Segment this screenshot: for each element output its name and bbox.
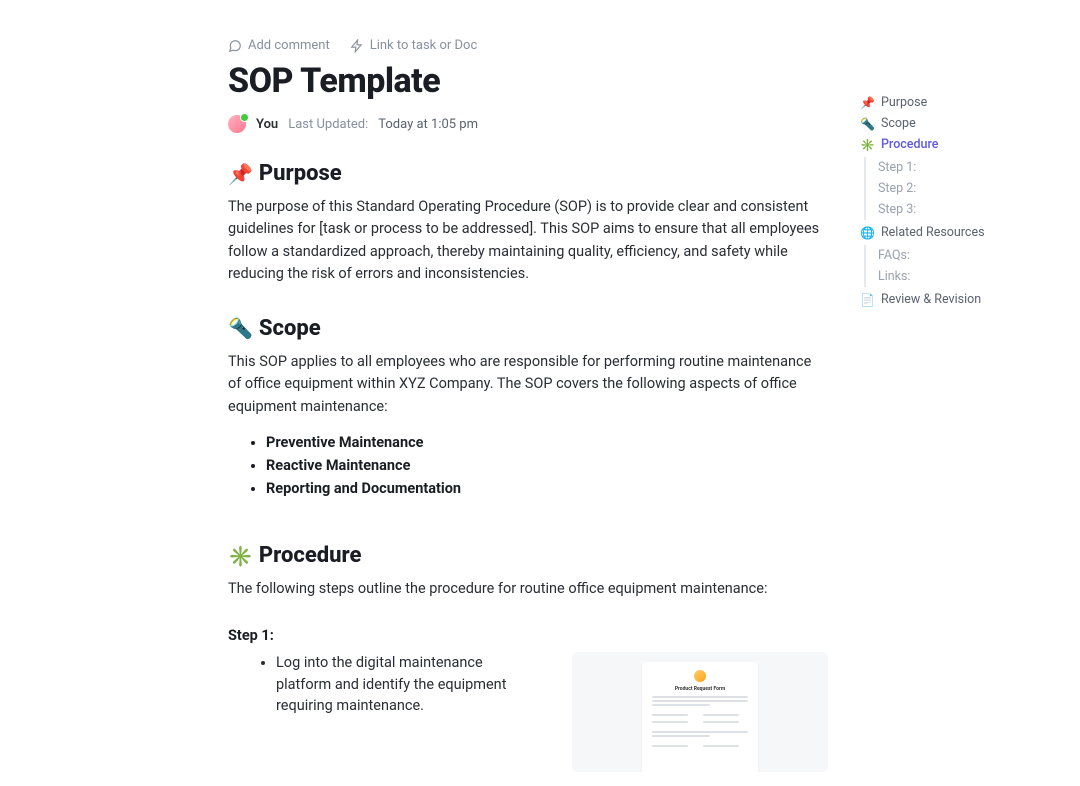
scope-heading: 🔦 Scope	[228, 316, 828, 341]
outline-step-2[interactable]: Step 2:	[878, 178, 1060, 199]
last-updated-label: Last Updated:	[288, 117, 368, 132]
outline-resources-sub: FAQs: Links:	[864, 245, 1060, 287]
outline-label: Related Resources	[881, 225, 985, 240]
outline-item-resources[interactable]: 🌐 Related Resources	[860, 222, 1060, 243]
scope-list: Preventive Maintenance Reactive Maintena…	[228, 434, 828, 497]
add-comment-label: Add comment	[248, 38, 330, 53]
outline-label: Scope	[881, 116, 916, 131]
list-item: Reactive Maintenance	[266, 457, 828, 474]
form-card: Product Request Form	[642, 662, 758, 772]
outline-item-purpose[interactable]: 📌 Purpose	[860, 92, 1060, 113]
comment-icon	[228, 39, 242, 53]
page-icon: 📄	[860, 293, 875, 307]
purpose-heading: 📌 Purpose	[228, 161, 828, 186]
outline-label: Purpose	[881, 95, 927, 110]
link-icon	[350, 39, 364, 53]
step-1-label: Step 1:	[228, 627, 828, 644]
globe-icon: 🌐	[860, 226, 875, 240]
add-comment-button[interactable]: Add comment	[228, 38, 330, 53]
avatar[interactable]	[228, 115, 246, 133]
outline-step-1[interactable]: Step 1:	[878, 157, 1060, 178]
form-preview[interactable]: Product Request Form	[572, 652, 828, 772]
outline-label: Procedure	[881, 137, 939, 152]
list-item: Preventive Maintenance	[266, 434, 828, 451]
outline-item-scope[interactable]: 🔦 Scope	[860, 113, 1060, 134]
flashlight-icon: 🔦	[860, 117, 875, 131]
purpose-body: The purpose of this Standard Operating P…	[228, 196, 828, 286]
document-outline: 📌 Purpose 🔦 Scope ✳️ Procedure Step 1: S…	[860, 92, 1060, 310]
outline-item-review[interactable]: 📄 Review & Revision	[860, 289, 1060, 310]
pin-icon: 📌	[860, 96, 875, 110]
step-1-text-col: Log into the digital maintenance platfor…	[228, 652, 532, 717]
step-1-text: Log into the digital maintenance platfor…	[276, 652, 532, 717]
scope-heading-text: Scope	[259, 316, 321, 341]
procedure-heading-text: Procedure	[259, 543, 362, 568]
flashlight-icon: 🔦	[228, 316, 253, 340]
byline: You Last Updated: Today at 1:05 pm	[228, 115, 828, 133]
form-fields-2	[652, 745, 748, 749]
pin-icon: 📌	[228, 162, 253, 186]
link-task-button[interactable]: Link to task or Doc	[350, 38, 478, 53]
outline-faqs[interactable]: FAQs:	[878, 245, 1060, 266]
link-task-label: Link to task or Doc	[370, 38, 478, 53]
outline-label: Review & Revision	[881, 292, 981, 307]
document-main: Add comment Link to task or Doc SOP Temp…	[228, 38, 828, 772]
step-1-row: Log into the digital maintenance platfor…	[228, 652, 828, 772]
procedure-heading: ✳️ Procedure	[228, 543, 828, 568]
asterisk-icon: ✳️	[860, 138, 875, 152]
purpose-heading-text: Purpose	[259, 161, 342, 186]
form-title: Product Request Form	[675, 686, 725, 692]
asterisk-icon: ✳️	[228, 544, 253, 568]
author-name: You	[256, 117, 278, 132]
procedure-intro: The following steps outline the procedur…	[228, 578, 828, 600]
outline-links[interactable]: Links:	[878, 266, 1060, 287]
form-avatar-icon	[694, 670, 706, 682]
scope-body: This SOP applies to all employees who ar…	[228, 351, 828, 418]
page-title: SOP Template	[228, 61, 828, 101]
doc-toolbar: Add comment Link to task or Doc	[228, 38, 828, 53]
outline-step-3[interactable]: Step 3:	[878, 199, 1060, 220]
form-desc	[652, 696, 748, 708]
form-fields	[652, 714, 748, 725]
outline-item-procedure[interactable]: ✳️ Procedure	[860, 134, 1060, 155]
form-desc-2	[652, 731, 748, 739]
list-item: Reporting and Documentation	[266, 480, 828, 497]
outline-procedure-steps: Step 1: Step 2: Step 3:	[864, 157, 1060, 220]
last-updated-value: Today at 1:05 pm	[378, 117, 478, 132]
